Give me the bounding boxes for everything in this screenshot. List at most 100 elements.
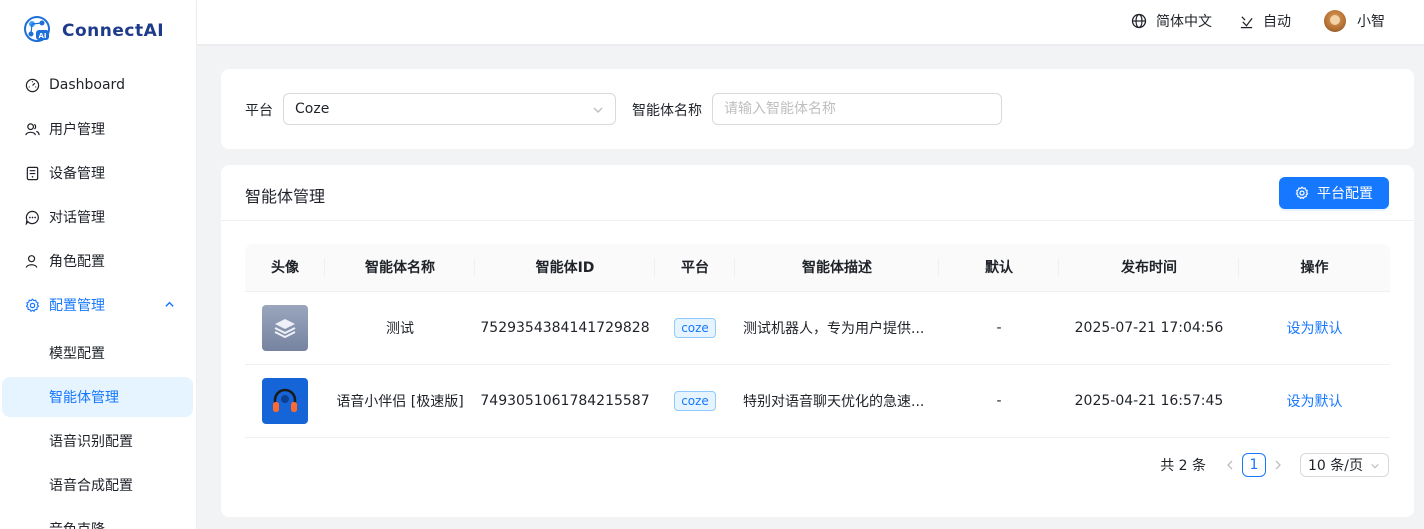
pagination: 共 2 条 1 10 条/页 — [1160, 453, 1389, 477]
sidebar: AI ConnectAI Dashboard 用户管理 设备管理 对话管理 角色… — [0, 0, 197, 529]
layers-icon — [262, 304, 308, 351]
actions-cell: 设为默认 — [1239, 291, 1390, 365]
platform-tag: coze — [674, 390, 716, 411]
theme-icon — [1240, 15, 1253, 28]
table-row: 测试 7529354384141729828 coze 测试机器人，专为用户提供… — [245, 291, 1390, 365]
agent-id: 7493051061784215587 — [475, 364, 655, 438]
actions-cell: 设为默认 — [1239, 364, 1390, 438]
chevron-up-icon — [165, 301, 174, 307]
sidebar-subitem-models[interactable]: 模型配置 — [2, 333, 193, 373]
sidebar-item-dashboard[interactable]: Dashboard — [0, 65, 196, 105]
platform-select[interactable]: Coze — [283, 93, 616, 125]
svg-text:AI: AI — [38, 32, 46, 40]
sidebar-subitem-label: 音色克隆 — [49, 519, 105, 529]
agent-description: 特别对语音聊天优化的急速... — [735, 364, 939, 438]
column-header-id: 智能体ID — [475, 244, 655, 292]
next-page-button[interactable] — [1270, 460, 1286, 470]
column-header-name: 智能体名称 — [325, 244, 475, 292]
sidebar-subitem-voice-clone[interactable]: 音色克隆 — [2, 509, 193, 529]
sidebar-subitem-tts[interactable]: 语音合成配置 — [2, 465, 193, 505]
column-header-published: 发布时间 — [1059, 244, 1239, 292]
sidebar-item-label: 对话管理 — [49, 210, 105, 226]
filter-card: 平台 Coze 智能体名称 — [221, 69, 1414, 149]
agent-name-search-input[interactable] — [712, 93, 1002, 125]
platform-cell: coze — [655, 364, 735, 438]
sidebar-item-label: 设备管理 — [49, 166, 105, 182]
sidebar-item-label: 用户管理 — [49, 122, 105, 138]
theme-label: 自动 — [1263, 14, 1291, 30]
language-label: 简体中文 — [1156, 14, 1212, 30]
chevron-down-icon — [1371, 463, 1379, 469]
chat-icon — [24, 209, 40, 225]
top-header: 简体中文 自动 小智 — [197, 0, 1424, 44]
sidebar-item-label: 角色配置 — [49, 254, 105, 270]
sidebar-subitem-label: 语音合成配置 — [49, 478, 133, 494]
avatar-cell — [245, 364, 325, 438]
prev-page-button[interactable] — [1222, 460, 1238, 470]
chevron-down-icon — [593, 107, 603, 113]
theme-switcher[interactable]: 自动 — [1239, 0, 1291, 42]
platform-cell: coze — [655, 291, 735, 365]
table-row: 语音小伴侣 [极速版] 7493051061784215587 coze 特别对… — [245, 364, 1390, 438]
sidebar-item-roles[interactable]: 角色配置 — [0, 241, 196, 281]
column-header-default: 默认 — [939, 244, 1059, 292]
platform-config-button-label: 平台配置 — [1317, 186, 1373, 202]
agent-name: 语音小伴侣 [极速版] — [325, 364, 475, 438]
platform-select-value: Coze — [295, 101, 330, 117]
username: 小智 — [1357, 14, 1385, 30]
sidebar-item-devices[interactable]: 设备管理 — [0, 153, 196, 193]
set-default-link[interactable]: 设为默认 — [1287, 394, 1343, 410]
sidebar-subitem-agents[interactable]: 智能体管理 — [2, 377, 193, 417]
table-header-row: 头像 智能体名称 智能体ID 平台 智能体描述 默认 发布时间 操作 — [245, 244, 1390, 292]
dashboard-icon — [24, 77, 40, 93]
agent-description: 测试机器人，专为用户提供... — [735, 291, 939, 365]
column-header-actions: 操作 — [1239, 244, 1390, 292]
default-cell: - — [939, 364, 1059, 438]
device-icon — [24, 165, 40, 181]
sidebar-subitem-label: 语音识别配置 — [49, 434, 133, 450]
page-size-select[interactable]: 10 条/页 — [1300, 453, 1389, 477]
sidebar-item-label: 配置管理 — [49, 298, 105, 314]
column-header-avatar: 头像 — [245, 244, 325, 292]
platform-filter-label: 平台 — [245, 103, 273, 119]
published-time: 2025-07-21 17:04:56 — [1059, 291, 1239, 365]
users-icon — [24, 121, 40, 137]
avatar — [1324, 10, 1346, 32]
platform-tag: coze — [674, 317, 716, 338]
person-icon — [24, 253, 40, 269]
platform-config-button[interactable]: 平台配置 — [1279, 177, 1389, 209]
name-filter-label: 智能体名称 — [632, 103, 702, 119]
agent-table-card: 智能体管理 平台配置 头像 智能体名称 智能体ID 平台 智能体描述 默认 发布… — [221, 165, 1414, 517]
sidebar-item-conversations[interactable]: 对话管理 — [0, 197, 196, 237]
sidebar-subitem-label: 模型配置 — [49, 346, 105, 362]
agent-table: 头像 智能体名称 智能体ID 平台 智能体描述 默认 发布时间 操作 测试 75… — [245, 244, 1390, 438]
column-header-description: 智能体描述 — [735, 244, 939, 292]
app-logo[interactable]: AI ConnectAI — [22, 14, 164, 48]
chevron-right-icon — [1275, 460, 1281, 470]
page-button-current[interactable]: 1 — [1242, 453, 1266, 477]
set-default-link[interactable]: 设为默认 — [1287, 321, 1343, 337]
logo-text: ConnectAI — [62, 21, 165, 41]
default-cell: - — [939, 291, 1059, 365]
sidebar-item-label: Dashboard — [49, 77, 125, 93]
agent-id: 7529354384141729828 — [475, 291, 655, 365]
page-size-value: 10 条/页 — [1308, 458, 1363, 474]
chevron-left-icon — [1227, 460, 1233, 470]
headphones-icon — [262, 377, 308, 424]
column-header-platform: 平台 — [655, 244, 735, 292]
sidebar-item-config[interactable]: 配置管理 — [0, 285, 196, 325]
gear-icon — [24, 297, 40, 313]
avatar-cell — [245, 291, 325, 365]
sidebar-subitem-label: 智能体管理 — [49, 390, 119, 406]
sidebar-item-users[interactable]: 用户管理 — [0, 109, 196, 149]
card-title: 智能体管理 — [245, 187, 326, 206]
agent-name: 测试 — [325, 291, 475, 365]
gear-icon — [1295, 186, 1309, 199]
logo-icon: AI — [24, 16, 50, 42]
user-menu[interactable]: 小智 — [1324, 0, 1385, 42]
card-divider — [221, 220, 1414, 221]
sidebar-subitem-asr[interactable]: 语音识别配置 — [2, 421, 193, 461]
published-time: 2025-04-21 16:57:45 — [1059, 364, 1239, 438]
language-switcher[interactable]: 简体中文 — [1131, 0, 1212, 42]
pagination-total: 共 2 条 — [1160, 458, 1206, 474]
